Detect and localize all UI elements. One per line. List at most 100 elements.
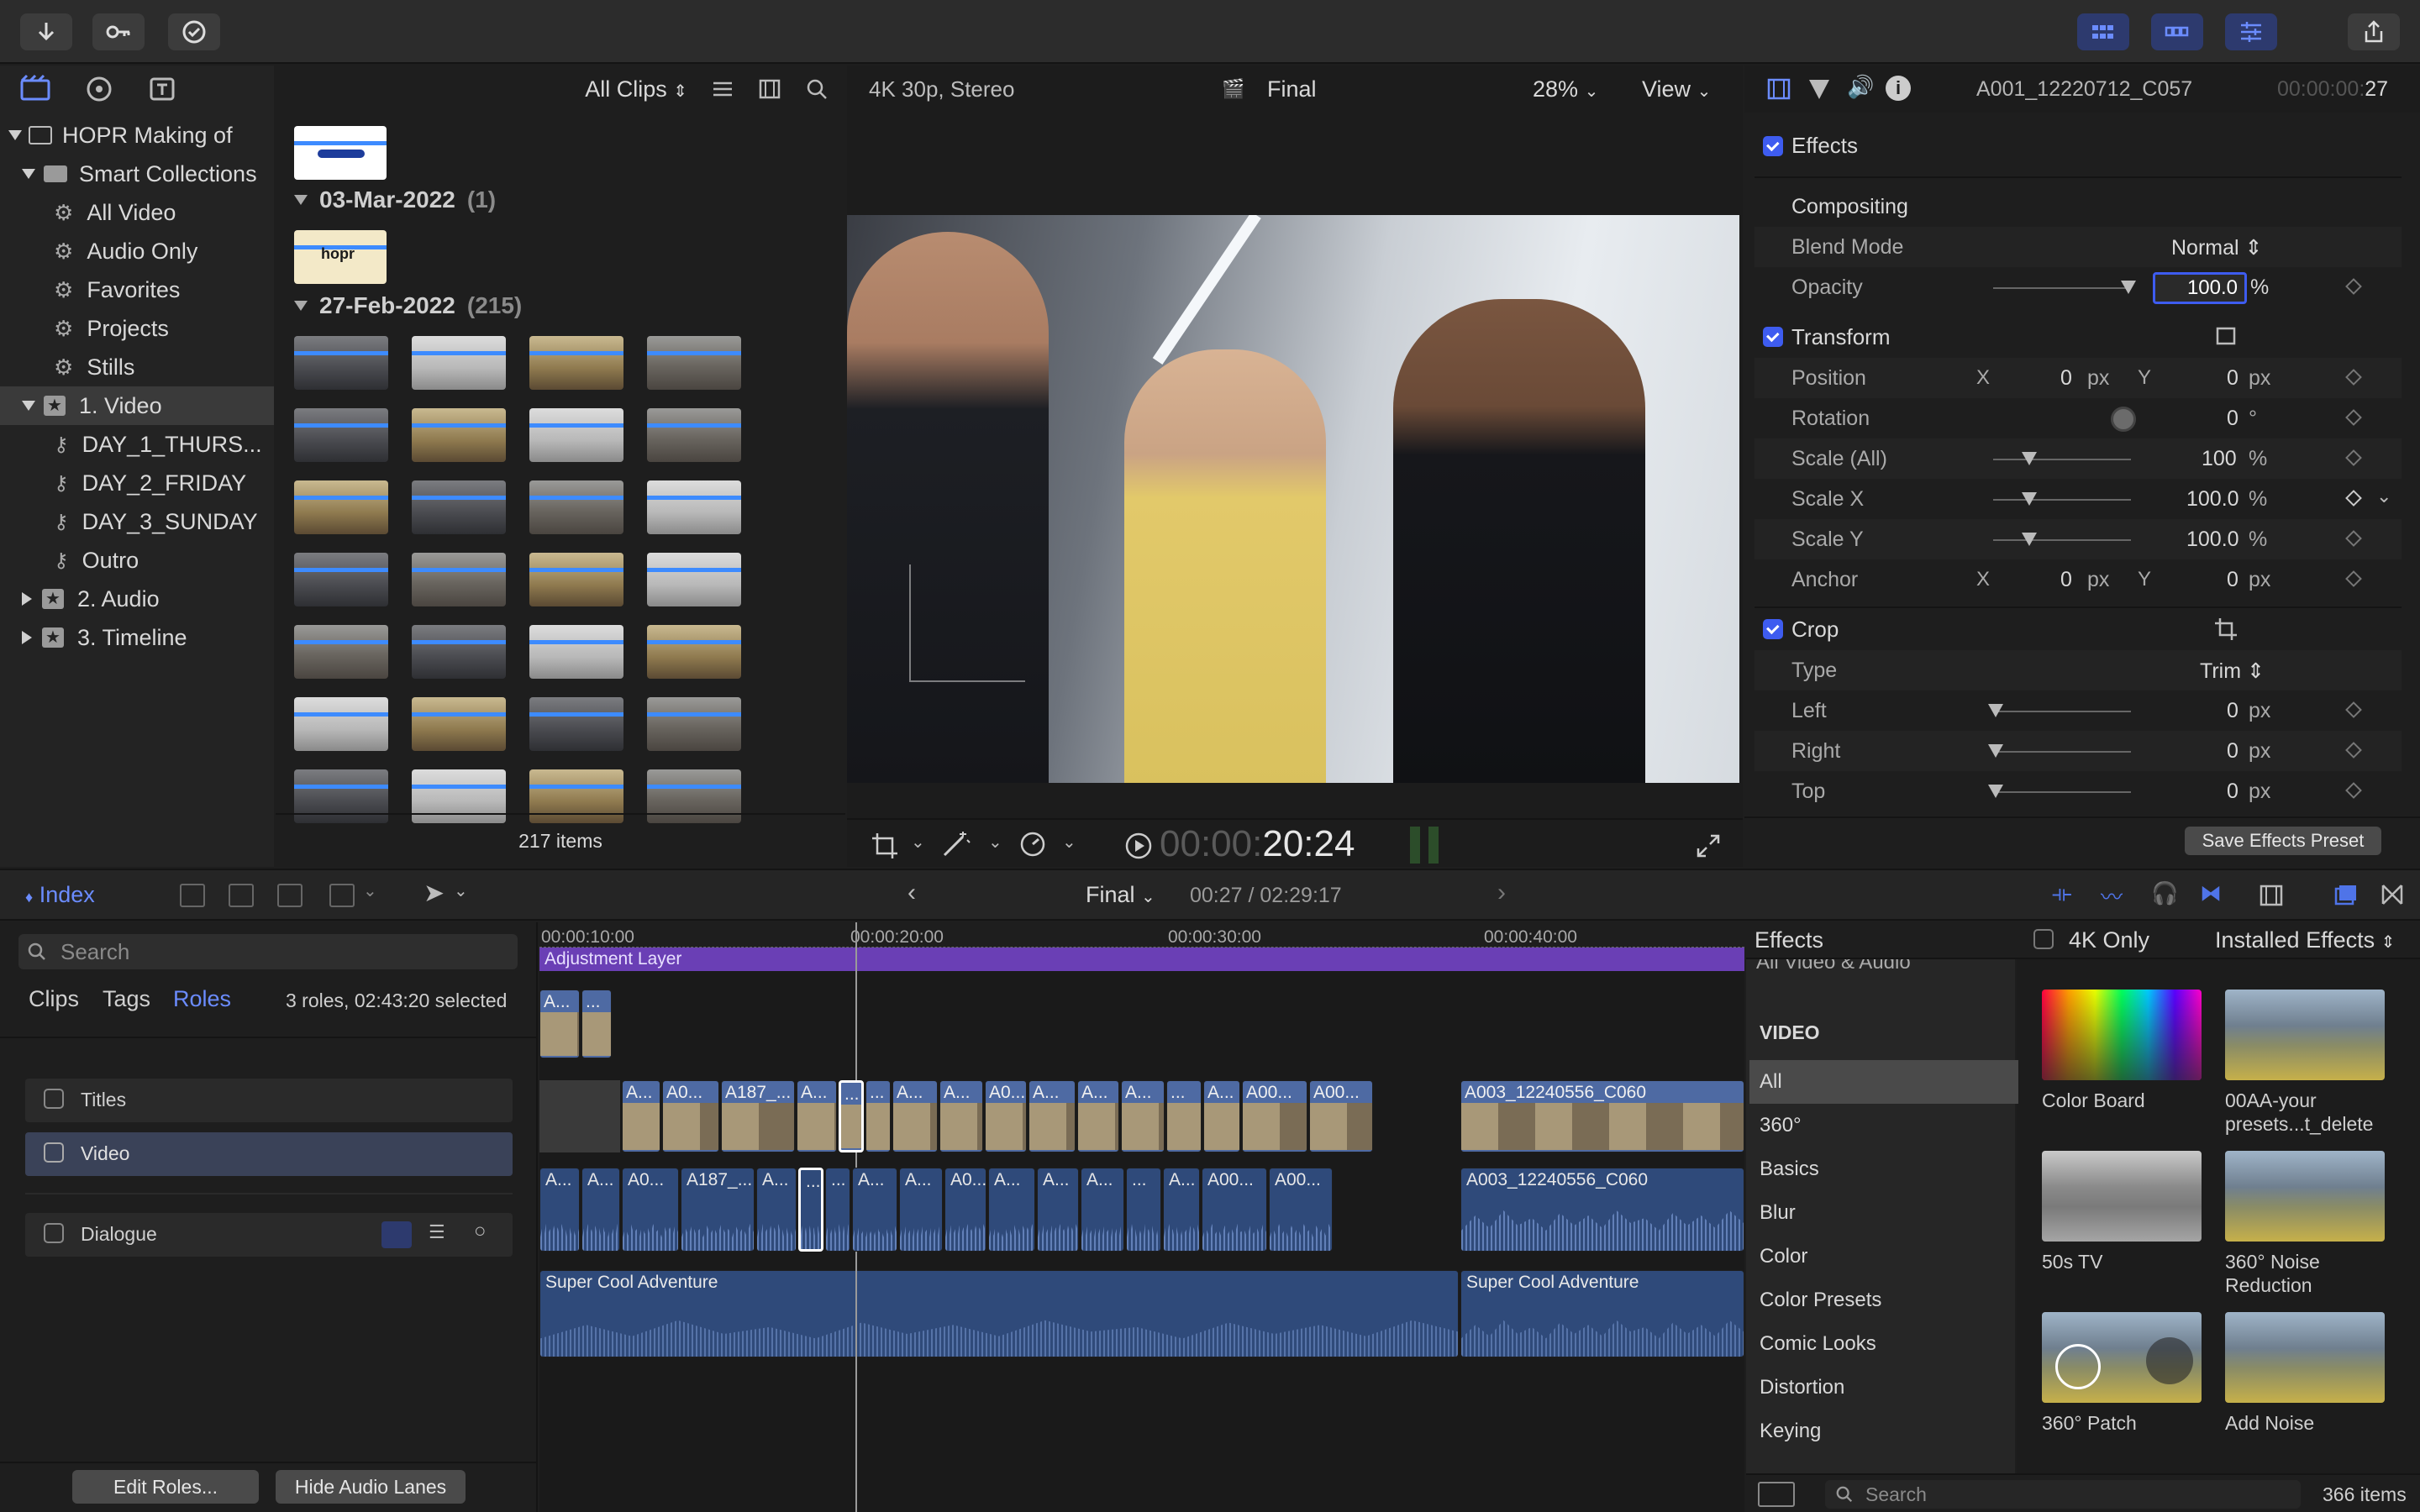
event-audio[interactable]: ★ 2. Audio	[0, 580, 274, 618]
disclosure-triangle-icon[interactable]	[294, 301, 308, 311]
audio-skimming-icon[interactable]: 〰	[2101, 880, 2123, 911]
chevron-down-icon[interactable]: ⌄	[911, 832, 925, 853]
index-button[interactable]: ♦ Index	[25, 882, 95, 908]
rotation-dial[interactable]	[2111, 407, 2136, 432]
clip-thumbnail[interactable]	[647, 336, 741, 390]
installed-effects-popup[interactable]: Installed Effects ⇕	[2215, 927, 2395, 953]
transform-checkbox[interactable]	[1763, 327, 1783, 347]
video-clip[interactable]: A...	[797, 1080, 837, 1152]
keyword-day2[interactable]: ⚷ DAY_2_FRIDAY	[0, 464, 274, 502]
clip-thumbnail[interactable]	[294, 126, 387, 180]
category-keying[interactable]: Keying	[1749, 1410, 2018, 1453]
opacity-field[interactable]: 100.0	[2153, 272, 2247, 304]
video-clip[interactable]: A...	[892, 1080, 938, 1152]
opacity-slider[interactable]	[1993, 287, 2131, 289]
category-color-presets[interactable]: Color Presets	[1749, 1278, 2018, 1322]
audio-clip[interactable]: A187_...	[681, 1168, 755, 1252]
effect-presets[interactable]	[2225, 990, 2385, 1080]
timeline-ruler[interactable]: 00:00:10:00 00:00:20:00 00:00:30:00 00:0…	[539, 922, 1744, 948]
category-all-video-audio[interactable]: All Video & Audio	[1756, 959, 1911, 974]
import-button[interactable]	[20, 13, 72, 50]
speaker-icon[interactable]: 🔊	[1847, 74, 1874, 100]
play-icon[interactable]	[1124, 832, 1153, 860]
role-checkbox[interactable]	[44, 1089, 64, 1109]
keyword-outro[interactable]: ⚷ Outro	[0, 541, 274, 580]
clip-thumbnail[interactable]	[529, 553, 623, 606]
keyword-day3[interactable]: ⚷ DAY_3_SUNDAY	[0, 502, 274, 541]
effect-add-noise[interactable]	[2225, 1312, 2385, 1403]
effect-360-patch[interactable]	[2042, 1312, 2202, 1403]
timeline-toggle-button[interactable]	[2151, 13, 2203, 50]
audio-clip[interactable]: A...	[1037, 1168, 1079, 1252]
category-basics[interactable]: Basics	[1749, 1147, 2018, 1191]
audio-clip[interactable]: A00...	[1202, 1168, 1267, 1252]
transitions-browser-icon[interactable]	[2380, 882, 2405, 907]
video-clip[interactable]: ...	[839, 1080, 864, 1152]
clip-thumbnail[interactable]	[647, 408, 741, 462]
chevron-down-icon[interactable]: ⌄	[1062, 832, 1076, 853]
color-inspector-icon[interactable]	[1807, 77, 1832, 101]
connect-clip-icon[interactable]	[180, 884, 205, 907]
filmstrip-icon[interactable]	[758, 78, 781, 100]
smart-collection-audio-only[interactable]: ⚙ Audio Only	[0, 232, 274, 270]
crop-right-slider[interactable]	[1993, 751, 2131, 753]
transform-onscreen-icon[interactable]	[2213, 324, 2238, 348]
video-clip[interactable]: A...	[622, 1080, 660, 1152]
effects-search-field[interactable]: Search	[1825, 1480, 2301, 1509]
video-clip[interactable]: A0...	[985, 1080, 1027, 1152]
effects-checkbox[interactable]	[1763, 136, 1783, 156]
slider-knob[interactable]	[1988, 704, 2003, 717]
disclosure-triangle-icon[interactable]	[22, 169, 35, 179]
tab-tags[interactable]: Tags	[103, 986, 150, 1012]
save-effects-preset-button[interactable]: Save Effects Preset	[2185, 827, 2381, 855]
opacity-slider-knob[interactable]	[2121, 281, 2136, 294]
category-comic-looks[interactable]: Comic Looks	[1749, 1322, 2018, 1366]
connected-clip[interactable]: A...	[539, 990, 580, 1058]
slider-knob[interactable]	[2022, 492, 2037, 506]
clip-thumbnail[interactable]	[529, 625, 623, 679]
effect-50s-tv[interactable]	[2042, 1151, 2202, 1242]
append-clip-icon[interactable]	[277, 884, 302, 907]
scale-x-slider[interactable]	[1993, 499, 2131, 501]
titles-generators-icon[interactable]	[146, 74, 180, 104]
scale-all-value[interactable]: 100	[2202, 447, 2237, 471]
role-checkbox[interactable]	[44, 1223, 64, 1243]
browser-toggle-button[interactable]	[2077, 13, 2129, 50]
audio-clip[interactable]: A00...	[1269, 1168, 1333, 1252]
disclosure-triangle-icon[interactable]	[8, 130, 22, 140]
clip-thumbnail[interactable]	[529, 408, 623, 462]
clip-thumbnail[interactable]	[412, 553, 506, 606]
smart-collection-projects[interactable]: ⚙ Projects	[0, 309, 274, 348]
crop-left-value[interactable]: 0	[2227, 699, 2238, 723]
audio-clip[interactable]: ...	[798, 1168, 823, 1252]
slider-knob[interactable]	[2022, 533, 2037, 546]
date-group-header[interactable]: 27-Feb-2022 (215)	[294, 292, 522, 319]
audio-clip[interactable]: A...	[988, 1168, 1035, 1252]
circle-icon[interactable]: ○	[474, 1220, 487, 1243]
project-popup[interactable]: Final ⌄	[1086, 882, 1155, 908]
search-icon[interactable]	[805, 77, 829, 101]
inspector-toggle-button[interactable]	[2225, 13, 2277, 50]
audio-clip[interactable]: A...	[852, 1168, 897, 1252]
audio-clip[interactable]: ...	[825, 1168, 850, 1252]
slider-knob[interactable]	[2022, 452, 2037, 465]
speed-icon[interactable]	[1018, 830, 1047, 858]
audio-clip[interactable]: A...	[1163, 1168, 1200, 1252]
clip-thumbnail[interactable]	[294, 625, 388, 679]
date-group-header[interactable]: 03-Mar-2022 (1)	[294, 186, 496, 213]
edit-roles-button[interactable]: Edit Roles...	[72, 1470, 259, 1504]
clip-thumbnail[interactable]	[647, 697, 741, 751]
video-clip[interactable]: A...	[1077, 1080, 1119, 1152]
back-arrow-icon[interactable]: ‹	[908, 879, 916, 907]
zoom-popup[interactable]: 28% ⌄	[1533, 76, 1598, 102]
smart-collections-folder[interactable]: Smart Collections	[0, 155, 274, 193]
smart-collection-stills[interactable]: ⚙ Stills	[0, 348, 274, 386]
video-clip[interactable]: A...	[1203, 1080, 1240, 1152]
scale-y-slider[interactable]	[1993, 539, 2131, 541]
clip-thumbnail[interactable]	[647, 625, 741, 679]
snapping-icon[interactable]: ⧓	[2200, 880, 2222, 906]
blend-mode-popup[interactable]: Normal ⇕	[2171, 235, 2262, 260]
headphones-icon[interactable]: 🎧	[2151, 880, 2178, 906]
clip-thumbnail[interactable]	[529, 336, 623, 390]
video-clip[interactable]: A0...	[662, 1080, 719, 1152]
